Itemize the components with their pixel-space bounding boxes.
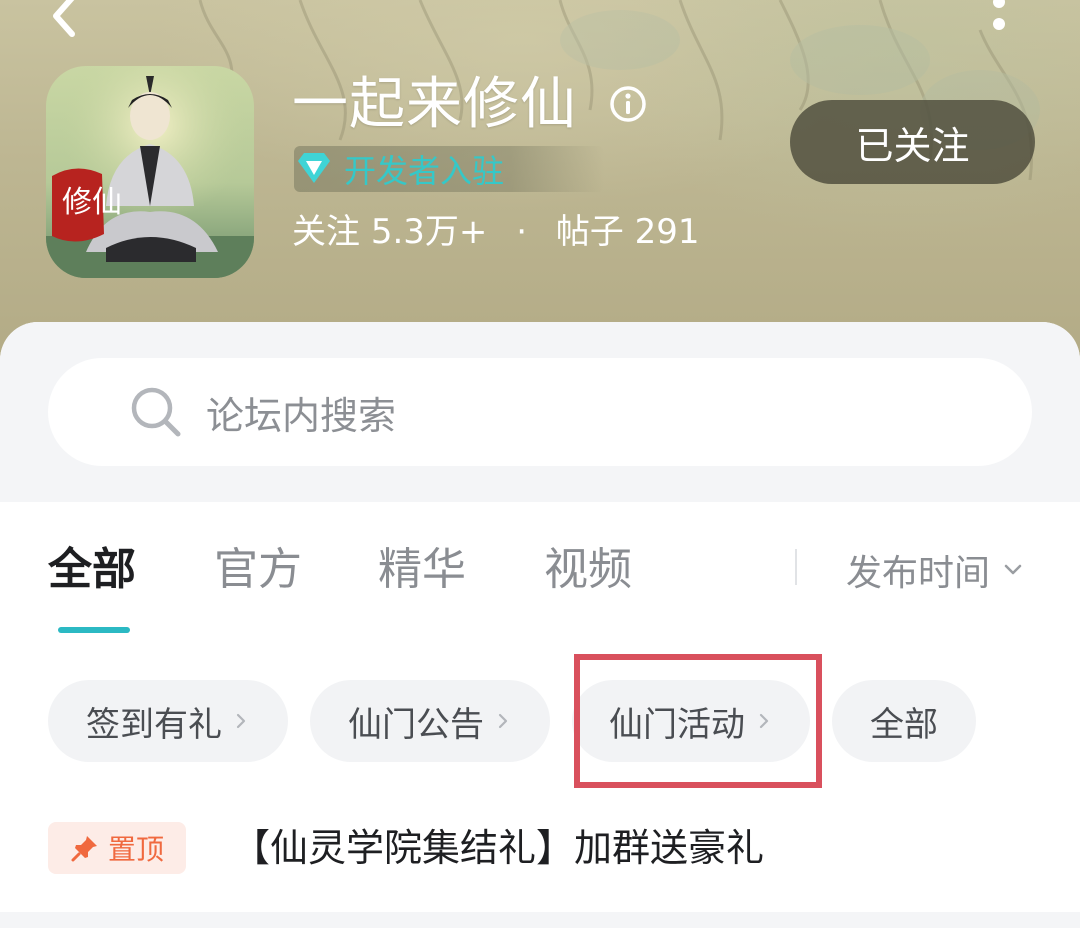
chip-label: 签到有礼 [86, 704, 222, 745]
tab-featured[interactable]: 精华 [378, 540, 466, 600]
chip-all[interactable]: 全部 [832, 680, 976, 762]
search-placeholder: 论坛内搜索 [206, 393, 397, 438]
chevron-right-icon [498, 713, 508, 729]
diamond-icon [298, 153, 330, 183]
app-title: 一起来修仙 [292, 72, 577, 137]
tab-all[interactable]: 全部 [48, 540, 136, 600]
follow-label: 关注 [292, 212, 360, 252]
chip-sect-activity[interactable]: 仙门活动 [572, 680, 810, 762]
chip-sect-announcement[interactable]: 仙门公告 [310, 680, 550, 762]
developer-badge-label: 开发者入驻 [344, 152, 505, 190]
info-icon[interactable] [608, 84, 648, 124]
posts-label: 帖子 [555, 212, 624, 252]
search-input[interactable]: 论坛内搜索 [48, 358, 1032, 466]
app-icon-art: 修仙 [46, 66, 254, 278]
more-icon[interactable] [982, 0, 1016, 40]
divider-strip [0, 912, 1080, 928]
search-icon [131, 387, 181, 437]
posts-count: 291 [634, 212, 700, 252]
chip-label: 仙门公告 [348, 704, 484, 745]
tab-official[interactable]: 官方 [214, 540, 302, 600]
chip-label: 仙门活动 [609, 704, 745, 745]
chevron-down-icon [1004, 564, 1022, 575]
forum-content: 论坛内搜索 全部 官方 精华 视频 发布时间 签到有礼 仙门公告 仙门活动 全部… [0, 322, 1080, 928]
followed-button[interactable]: 已关注 [790, 100, 1035, 184]
chip-label: 全部 [870, 704, 938, 745]
app-icon-text: 修仙 [62, 185, 122, 220]
pinned-badge-label: 置顶 [107, 833, 164, 866]
tab-bar: 全部 官方 精华 视频 发布时间 [0, 502, 1080, 652]
chevron-right-icon [236, 713, 246, 729]
follow-count: 5.3万+ [370, 212, 488, 252]
pin-icon [71, 836, 97, 862]
developer-badge: 开发者入驻 [294, 146, 604, 192]
tab-video[interactable]: 视频 [544, 540, 632, 600]
back-icon[interactable] [40, 0, 90, 44]
tab-divider [795, 549, 797, 585]
search-area: 论坛内搜索 [0, 322, 1080, 502]
pinned-badge: 置顶 [48, 822, 186, 874]
sort-dropdown-label: 发布时间 [846, 553, 991, 594]
chevron-right-icon [759, 713, 769, 729]
app-icon: 修仙 [46, 66, 254, 278]
stats-separator: · [516, 212, 527, 252]
chip-sign-in-gift[interactable]: 签到有礼 [48, 680, 288, 762]
sort-dropdown[interactable]: 发布时间 [846, 544, 1024, 596]
forum-stats: 关注 5.3万+ · 帖子 291 [292, 208, 700, 256]
forum-header: 修仙 一起来修仙 开发者入驻 关注 5.3万+ · 帖子 291 已关注 [0, 0, 1080, 360]
pinned-post-title[interactable]: 【仙灵学院集结礼】加群送豪礼 [232, 818, 764, 878]
active-tab-indicator [58, 627, 130, 633]
